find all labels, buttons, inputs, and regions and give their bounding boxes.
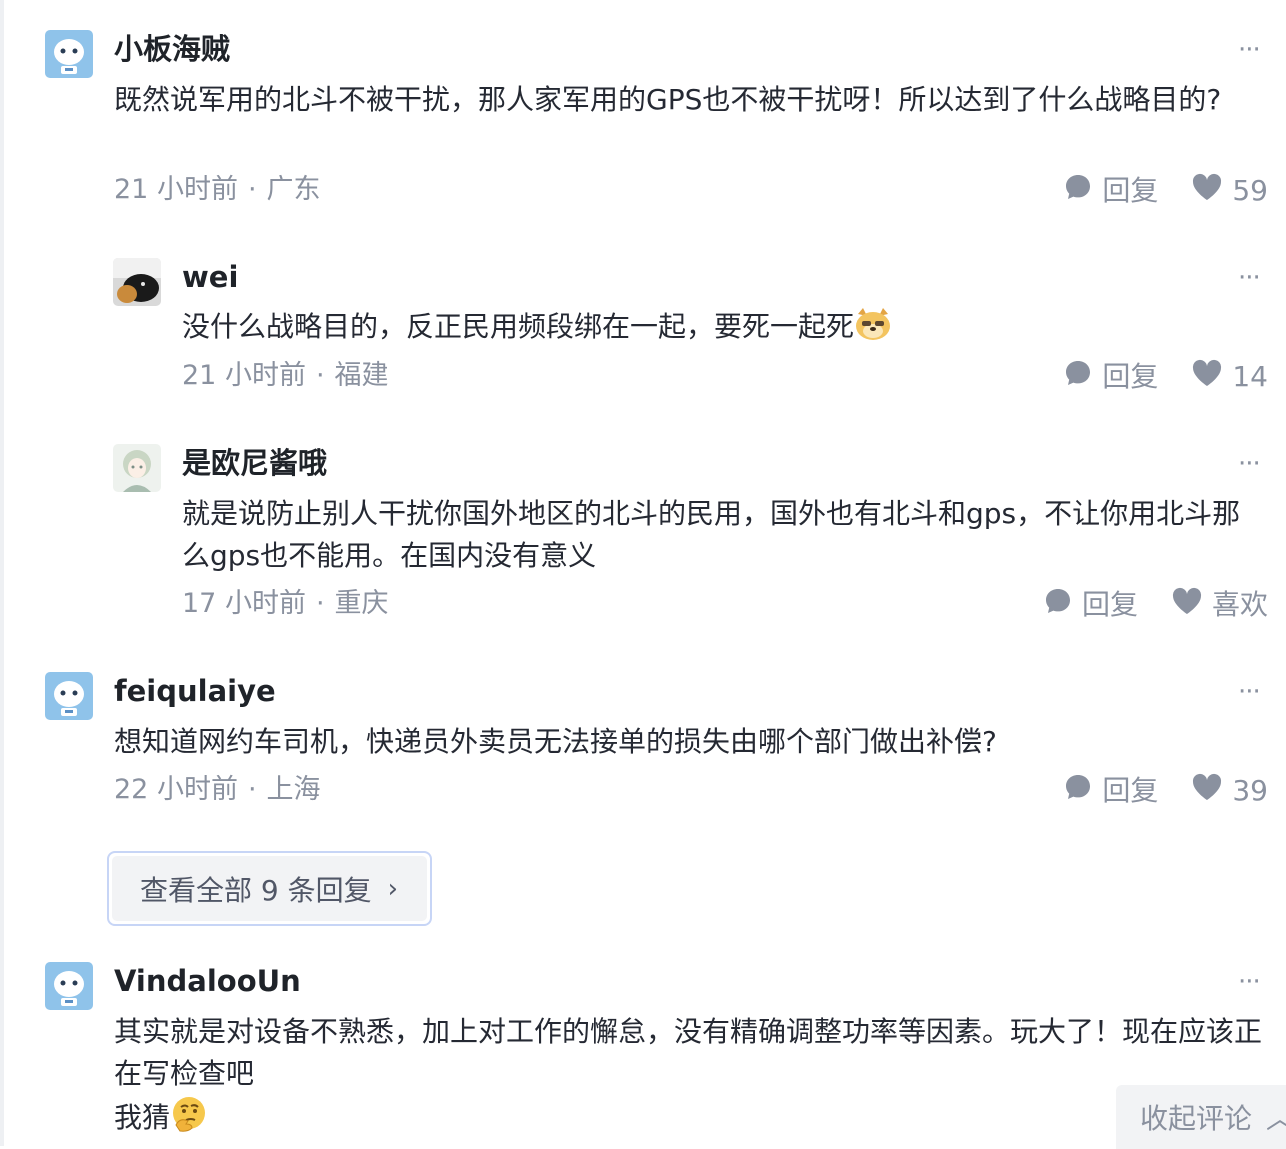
collapse-comments-button[interactable]: 收起评论 ︿ (1116, 1085, 1286, 1149)
comment-time: 21 小时前 (182, 360, 306, 391)
comment-text: 想知道网约车司机，快递员外卖员无法接单的损失由哪个部门做出补偿? (114, 725, 997, 758)
like-count: 39 (1232, 774, 1268, 807)
reply-button[interactable]: 回复 (1044, 587, 1138, 623)
separator: · (247, 174, 257, 205)
comment-actions: 回复 14 (1064, 359, 1268, 395)
like-label: 喜欢 (1211, 588, 1268, 621)
reply-button[interactable]: 回复 (1064, 773, 1158, 809)
comment-text-line: 其实就是对设备不熟悉，加上对工作的懈怠，没有精确调整功率等因素。玩大了！现在应该… (114, 1015, 1263, 1090)
more-options-icon[interactable]: ··· (1238, 679, 1261, 705)
comment-text-line: 我猜 (114, 1095, 1264, 1145)
comment-meta: 21 小时前 · 广东 (114, 173, 321, 207)
comment-actions: 回复 39 (1064, 773, 1268, 809)
collapse-comments-label: 收起评论 (1140, 1102, 1253, 1135)
more-options-icon[interactable]: ··· (1238, 265, 1261, 291)
like-button[interactable]: 14 (1192, 359, 1268, 395)
comment-text: 没什么战略目的，反正民用频段绑在一起，要死一起死 (182, 306, 1262, 354)
comment-meta: 21 小时前 · 福建 (182, 359, 389, 393)
heart-icon (1192, 773, 1232, 809)
comment-actions: 回复 喜欢 (1044, 587, 1268, 623)
view-all-replies-label: 查看全部 9 条回复 (140, 873, 372, 907)
reply-label: 回复 (1102, 174, 1159, 207)
separator: · (315, 360, 325, 391)
comment-meta: 17 小时前 · 重庆 (182, 587, 389, 621)
comment-actions: 回复 59 (1064, 173, 1268, 209)
heart-icon (1172, 587, 1212, 623)
like-button[interactable]: 喜欢 (1172, 587, 1268, 623)
dog-emoji-icon (854, 306, 892, 354)
reply-button[interactable]: 回复 (1064, 359, 1158, 395)
chevron-up-icon: ︿ (1266, 1097, 1286, 1137)
comment-bubble-icon (1064, 173, 1102, 209)
cat-avatar-icon[interactable] (113, 258, 161, 306)
like-count: 59 (1232, 174, 1268, 207)
robot-avatar-icon[interactable] (45, 672, 93, 720)
more-options-icon[interactable]: ··· (1238, 37, 1261, 63)
username[interactable]: 是欧尼酱哦 (182, 445, 327, 481)
like-button[interactable]: 39 (1192, 773, 1268, 809)
chevron-right-icon: › (387, 873, 399, 904)
reply-button[interactable]: 回复 (1064, 173, 1158, 209)
comment-location: 福建 (334, 360, 389, 391)
robot-avatar-icon[interactable] (45, 962, 93, 1010)
comment-text-body: 我猜 (114, 1101, 171, 1134)
username[interactable]: wei (182, 259, 238, 295)
comment-bubble-icon (1044, 587, 1082, 623)
separator: · (315, 588, 325, 619)
view-all-replies-button[interactable]: 查看全部 9 条回复 › (107, 851, 432, 926)
reply-label: 回复 (1081, 588, 1138, 621)
comment-location: 广东 (266, 174, 321, 205)
view-all-replies-inner: 查看全部 9 条回复 › (112, 856, 427, 921)
like-button[interactable]: 59 (1192, 173, 1268, 209)
separator: · (247, 774, 257, 805)
comment-bubble-icon (1064, 773, 1102, 809)
comment-bubble-icon (1064, 359, 1102, 395)
anime-avatar-icon[interactable] (113, 444, 161, 492)
comment-text: 就是说防止别人干扰你国外地区的北斗的民用，国外也有北斗和gps，不让你用北斗那么… (182, 497, 1241, 572)
comment-text: 既然说军用的北斗不被干扰，那人家军用的GPS也不被干扰呀！所以达到了什么战略目的… (114, 83, 1222, 116)
username[interactable]: feiqulaiye (114, 673, 276, 709)
comment-time: 17 小时前 (182, 588, 306, 619)
comment-location: 上海 (266, 774, 321, 805)
more-options-icon[interactable]: ··· (1238, 451, 1261, 477)
comment-time: 22 小时前 (114, 774, 238, 805)
comment-meta: 22 小时前 · 上海 (114, 773, 321, 807)
thinking-emoji-icon (170, 1095, 208, 1145)
robot-avatar-icon[interactable] (45, 30, 93, 78)
reply-label: 回复 (1102, 360, 1159, 393)
comment-time: 21 小时前 (114, 174, 238, 205)
reply-label: 回复 (1102, 774, 1159, 807)
left-divider (0, 0, 4, 1146)
heart-icon (1192, 359, 1232, 395)
like-count: 14 (1232, 360, 1268, 393)
comment-text-body: 没什么战略目的，反正民用频段绑在一起，要死一起死 (182, 310, 855, 343)
heart-icon (1192, 173, 1232, 209)
comment-text: 其实就是对设备不熟悉，加上对工作的懈怠，没有精确调整功率等因素。玩大了！现在应该… (114, 1011, 1264, 1145)
more-options-icon[interactable]: ··· (1238, 969, 1261, 995)
username[interactable]: 小板海贼 (114, 31, 230, 67)
username[interactable]: VindalooUn (114, 963, 301, 999)
comment-location: 重庆 (334, 588, 389, 619)
